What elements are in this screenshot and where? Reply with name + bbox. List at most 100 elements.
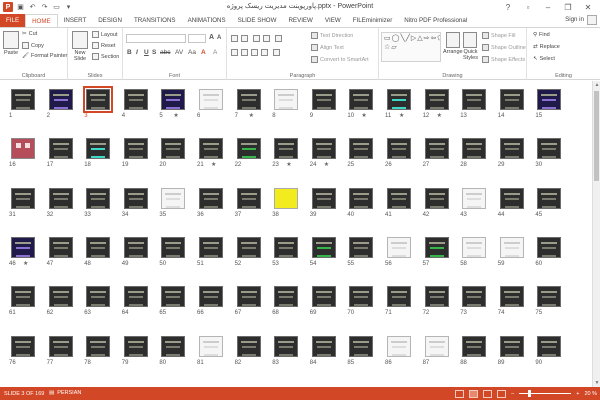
- slide-thumbnail[interactable]: 1: [9, 89, 35, 119]
- slide-thumbnail[interactable]: 30: [535, 138, 562, 168]
- slide-thumbnail[interactable]: 77: [47, 335, 73, 366]
- slide-thumbnail[interactable]: 85: [347, 335, 374, 366]
- slide-thumbnail[interactable]: 79: [122, 335, 148, 366]
- zoom-level[interactable]: 20 %: [584, 391, 597, 397]
- slide-thumbnail[interactable]: 72: [423, 286, 449, 316]
- slide-thumbnail[interactable]: 19: [122, 138, 148, 168]
- shape-effects-button[interactable]: Shape Effects: [482, 56, 525, 63]
- tab-home[interactable]: HOME: [25, 14, 58, 27]
- slide-thumbnail[interactable]: 22: [235, 138, 261, 168]
- slide-thumbnail[interactable]: 49: [122, 236, 148, 267]
- customize-qat-icon[interactable]: ▾: [64, 3, 73, 12]
- text-direction-button[interactable]: Text Direction: [311, 32, 353, 39]
- slide-thumbnail[interactable]: 39: [310, 187, 336, 218]
- normal-view-button[interactable]: [455, 389, 465, 398]
- zoom-slider-knob[interactable]: [528, 390, 532, 397]
- format-painter-button[interactable]: 🖌 Format Painter: [22, 53, 67, 59]
- scroll-up-icon[interactable]: ▲: [593, 81, 600, 89]
- vertical-scrollbar[interactable]: ▲ ▼: [592, 81, 600, 387]
- zoom-slider[interactable]: [519, 390, 572, 397]
- minimize-button[interactable]: –: [538, 0, 558, 14]
- slide-thumbnail[interactable]: 46 ★: [9, 236, 35, 267]
- slide-thumbnail[interactable]: 66: [197, 286, 223, 316]
- language-indicator[interactable]: ▤ PERSIAN: [49, 390, 81, 396]
- increase-indent-icon[interactable]: [263, 35, 270, 42]
- slide-thumbnail[interactable]: 47: [47, 236, 73, 267]
- slideshow-start-icon[interactable]: ▭: [52, 3, 61, 12]
- animation-star-icon[interactable]: ★: [23, 260, 28, 267]
- slide-thumbnail[interactable]: 67: [235, 286, 261, 316]
- quick-styles-button[interactable]: Quick Styles: [463, 32, 478, 61]
- avatar[interactable]: [587, 15, 597, 25]
- slide-thumbnail[interactable]: 38: [272, 187, 299, 218]
- help-button[interactable]: ?: [498, 0, 518, 14]
- slide-thumbnail[interactable]: 50: [159, 236, 186, 267]
- slide-thumbnail[interactable]: 10 ★: [347, 89, 374, 119]
- slide-thumbnail[interactable]: 41: [385, 187, 411, 218]
- slide-thumbnail[interactable]: 11 ★: [385, 89, 411, 119]
- convert-smartart-button[interactable]: Convert to SmartArt: [311, 56, 369, 63]
- slide-thumbnail[interactable]: 2: [47, 89, 73, 119]
- slide-thumbnail[interactable]: 24 ★: [310, 138, 336, 168]
- slide-thumbnail[interactable]: 71: [385, 286, 411, 316]
- font-color-button[interactable]: A: [201, 49, 206, 56]
- slide-thumbnail[interactable]: 89: [498, 335, 524, 366]
- slide-thumbnail[interactable]: 5 ★: [159, 89, 186, 119]
- slide-thumbnail[interactable]: 80: [159, 335, 186, 366]
- sign-in-link[interactable]: Sign in: [565, 16, 584, 23]
- slide-thumbnail[interactable]: 59: [498, 236, 524, 267]
- font-size-combo[interactable]: [188, 34, 206, 43]
- slide-thumbnail[interactable]: 29: [498, 138, 524, 168]
- align-text-button[interactable]: Align Text: [311, 44, 344, 51]
- font-name-combo[interactable]: [126, 34, 186, 43]
- slide-thumbnail[interactable]: 48: [84, 236, 111, 267]
- animation-star-icon[interactable]: ★: [249, 112, 254, 119]
- redo-icon[interactable]: ↷: [40, 3, 49, 12]
- tab-nitro-pdf[interactable]: Nitro PDF Professional: [398, 14, 473, 27]
- select-button[interactable]: ↖ Select: [533, 56, 555, 62]
- slide-thumbnail[interactable]: 7 ★: [235, 89, 261, 119]
- slide-thumbnail[interactable]: 81: [197, 335, 223, 366]
- slide-thumbnail[interactable]: 3: [83, 86, 114, 119]
- slide-thumbnail[interactable]: 6: [197, 89, 223, 119]
- zoom-in-icon[interactable]: +: [576, 391, 579, 397]
- align-right-icon[interactable]: [251, 49, 258, 56]
- slide-thumbnail[interactable]: 16: [9, 138, 35, 168]
- shapes-gallery[interactable]: ▭◯╲╱▷△⇨⇦⬠◇▯⌒{}☆▱: [381, 32, 441, 62]
- slide-thumbnail[interactable]: 42: [423, 187, 449, 218]
- slide-thumbnail[interactable]: 65: [159, 286, 186, 316]
- tab-design[interactable]: DESIGN: [92, 14, 128, 27]
- save-icon[interactable]: ▣: [16, 3, 25, 12]
- tab-slide-show[interactable]: SLIDE SHOW: [232, 14, 283, 27]
- animation-star-icon[interactable]: ★: [173, 112, 178, 119]
- slide-thumbnail[interactable]: 90: [535, 335, 562, 366]
- slide-thumbnail[interactable]: 61: [9, 286, 35, 316]
- slide-thumbnail[interactable]: 53: [272, 236, 299, 267]
- slide-thumbnail[interactable]: 9: [310, 89, 336, 119]
- tab-fileminimizer[interactable]: FILEminimizer: [347, 14, 399, 27]
- underline-button[interactable]: U: [144, 49, 149, 56]
- slide-thumbnail[interactable]: 87: [423, 335, 449, 366]
- animation-star-icon[interactable]: ★: [211, 161, 216, 168]
- slide-thumbnail[interactable]: 75: [535, 286, 562, 316]
- line-spacing-icon[interactable]: [275, 35, 282, 42]
- layout-button[interactable]: Layout: [92, 31, 118, 38]
- zoom-out-icon[interactable]: –: [511, 391, 514, 397]
- slide-thumbnail[interactable]: 4: [122, 89, 148, 119]
- tab-file[interactable]: FILE: [0, 14, 26, 27]
- restore-button[interactable]: ❐: [558, 0, 578, 14]
- slide-sorter-view-button[interactable]: [469, 389, 479, 398]
- ribbon-display-options-button[interactable]: ▫: [518, 0, 538, 14]
- animation-star-icon[interactable]: ★: [286, 161, 291, 168]
- scroll-down-icon[interactable]: ▼: [593, 379, 600, 387]
- slide-thumbnail[interactable]: 68: [272, 286, 299, 316]
- slide-thumbnail[interactable]: 86: [385, 335, 411, 366]
- slide-thumbnail[interactable]: 8: [272, 89, 299, 119]
- slide-thumbnail[interactable]: 82: [235, 335, 261, 366]
- change-case-button[interactable]: Aa: [188, 49, 196, 56]
- find-button[interactable]: ⚲ Find: [533, 32, 550, 38]
- slide-thumbnail[interactable]: 36: [197, 187, 223, 218]
- slide-thumbnail[interactable]: 74: [498, 286, 524, 316]
- slide-thumbnail[interactable]: 51: [197, 236, 223, 267]
- slide-thumbnail[interactable]: 88: [460, 335, 487, 366]
